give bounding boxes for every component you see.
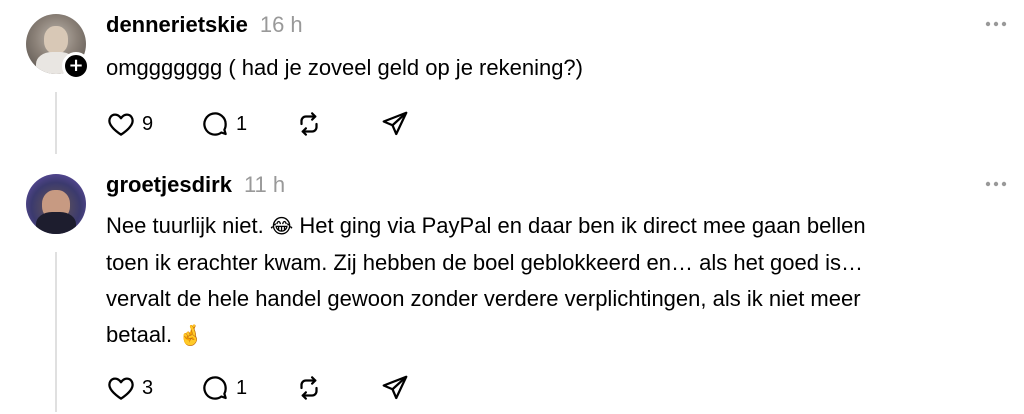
avatar-body xyxy=(36,212,76,234)
more-icon[interactable] xyxy=(984,14,1008,34)
avatar[interactable] xyxy=(26,174,86,234)
like-button[interactable]: 3 xyxy=(106,372,170,404)
share-icon xyxy=(382,375,408,400)
laughing-emoji: 😂 xyxy=(269,216,294,238)
reply-count: 1 xyxy=(236,376,248,399)
repost-button[interactable] xyxy=(294,372,350,404)
timestamp[interactable]: 16 h xyxy=(260,12,303,38)
reply-button[interactable]: 1 xyxy=(200,108,264,140)
repost-icon xyxy=(300,376,318,400)
username[interactable]: groetjesdirk xyxy=(106,172,232,198)
post: groetjesdirk 11 h Nee tuurlijk niet. 😂 H… xyxy=(0,160,1024,414)
like-count: 9 xyxy=(142,112,154,135)
share-button[interactable] xyxy=(380,372,410,404)
post-text-part: Nee tuurlijk niet. xyxy=(106,213,270,238)
reply-icon xyxy=(203,112,227,136)
post-header: groetjesdirk 11 h xyxy=(106,172,285,200)
username[interactable]: dennerietskie xyxy=(106,12,248,38)
heart-icon xyxy=(108,113,134,136)
thread-line xyxy=(55,252,57,412)
action-bar: 3 1 xyxy=(106,372,440,404)
follow-button[interactable]: + xyxy=(62,52,90,80)
like-count: 3 xyxy=(142,376,154,399)
post-text: omggggggg ( had je zoveel geld op je rek… xyxy=(106,55,583,80)
timestamp[interactable]: 11 h xyxy=(244,172,285,198)
share-icon xyxy=(382,111,408,136)
action-bar: 9 1 xyxy=(106,108,440,140)
more-icon[interactable] xyxy=(984,174,1008,194)
post-header: dennerietskie 16 h xyxy=(106,12,303,40)
reply-icon xyxy=(203,376,227,400)
heart-icon xyxy=(108,377,134,400)
repost-icon xyxy=(300,112,318,136)
like-button[interactable]: 9 xyxy=(106,108,170,140)
repost-button[interactable] xyxy=(294,108,350,140)
share-button[interactable] xyxy=(380,108,410,140)
reply-count: 1 xyxy=(236,112,248,135)
crossed-fingers-emoji: 🤞 xyxy=(178,325,204,347)
reply-button[interactable]: 1 xyxy=(200,372,264,404)
post-text: Nee tuurlijk niet. 😂 Het ging via PayPal… xyxy=(106,208,1006,354)
avatar-face xyxy=(44,26,68,54)
thread-line xyxy=(55,92,57,154)
post: + dennerietskie 16 h omggggggg ( had je … xyxy=(0,0,1024,160)
